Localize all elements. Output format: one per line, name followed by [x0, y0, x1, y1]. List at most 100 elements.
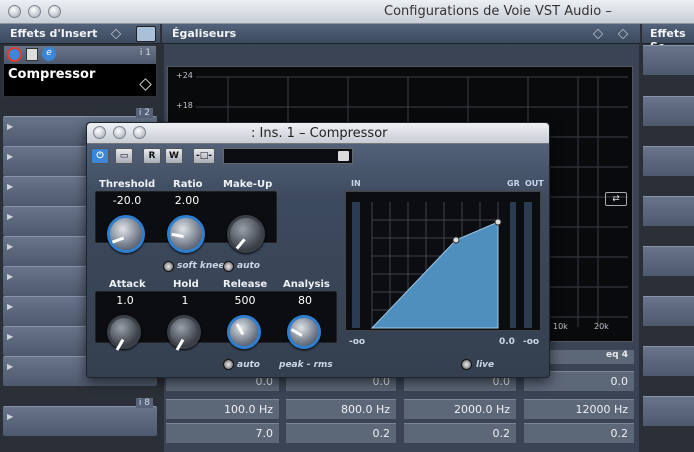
meter-zero-label: 0.0 [499, 337, 515, 347]
eq-bypass-icon[interactable] [592, 28, 604, 40]
insert-slot-11[interactable]: ▶ i 8 [3, 398, 157, 436]
slot-expand-icon[interactable]: ▶ [7, 302, 13, 311]
zoom-window-button[interactable] [48, 5, 61, 18]
hold-value[interactable]: 1 [163, 294, 207, 307]
insert-effects-title: Effets d'Insert [10, 27, 98, 40]
transfer-curve [352, 202, 532, 329]
threshold-value[interactable]: -20.0 [105, 194, 149, 207]
plugin-close-button[interactable] [93, 126, 106, 139]
eq-q-field[interactable]: 0.2 [404, 423, 516, 443]
slot-expand-icon[interactable]: ▶ [7, 122, 13, 131]
slot-expand-icon[interactable]: ▶ [7, 242, 13, 251]
plugin-zoom-button[interactable] [133, 126, 146, 139]
ratio-value[interactable]: 2.00 [165, 194, 209, 207]
window-titlebar: Configurations de Voie VST Audio – [0, 0, 694, 24]
meter-out-label: OUT [525, 179, 544, 188]
send-slot-4[interactable] [643, 196, 694, 226]
send-slot-8[interactable] [643, 396, 694, 426]
meter-in-label: IN [351, 179, 361, 188]
compressor-plugin-window: : Ins. 1 – Compressor ⏻ ▭ R W -□- Thresh… [86, 122, 550, 378]
slot-number: i 8 [135, 398, 153, 408]
plugin-routing-icon[interactable]: -□- [193, 148, 215, 164]
insert-effects-header: Effets d'Insert [0, 24, 160, 44]
soft-knee-toggle[interactable] [163, 261, 174, 272]
release-value[interactable]: 500 [223, 294, 267, 307]
send-slot-2[interactable] [643, 96, 694, 126]
power-icon[interactable] [7, 47, 22, 62]
preset-menu-icon[interactable] [338, 151, 349, 161]
edit-icon[interactable]: e [42, 47, 56, 61]
threshold-label: Threshold [99, 179, 156, 190]
plugin-titlebar[interactable]: : Ins. 1 – Compressor [87, 123, 549, 144]
eq-title: Égaliseurs [172, 27, 237, 40]
plugin-power-icon[interactable]: ⏻ [91, 148, 109, 164]
close-window-button[interactable] [8, 5, 21, 18]
slot-number: i 2 [135, 108, 153, 118]
release-label: Release [223, 279, 268, 290]
eq-band-label: eq 4 [606, 350, 628, 360]
eq-freq-field[interactable]: 2000.0 Hz [404, 399, 516, 419]
auto-makeup-toggle[interactable] [223, 261, 234, 272]
slot-expand-icon[interactable]: ▶ [7, 272, 13, 281]
send-slot-3[interactable] [643, 146, 694, 176]
analysis-value[interactable]: 80 [283, 294, 327, 307]
db-label: +18 [176, 101, 193, 110]
db-label: +24 [176, 71, 193, 80]
eq-freq-field[interactable]: 800.0 Hz [286, 399, 396, 419]
eq-q-field[interactable]: 0.2 [524, 423, 634, 443]
hold-label: Hold [173, 279, 199, 290]
minimize-window-button[interactable] [28, 5, 41, 18]
write-automation-button[interactable]: W [165, 148, 183, 164]
slot-expand-icon[interactable]: ▶ [7, 332, 13, 341]
soft-knee-label: soft knee [177, 261, 225, 271]
slot-expand-icon[interactable]: ▶ [7, 182, 13, 191]
plugin-select-icon[interactable] [139, 78, 152, 91]
live-label: live [476, 360, 495, 370]
eq-reset-icon[interactable]: ⇄ [605, 192, 627, 206]
plugin-title: : Ins. 1 – Compressor [251, 126, 388, 141]
hold-knob[interactable] [167, 315, 201, 351]
eq-lock-icon[interactable] [617, 28, 629, 40]
send-slot-6[interactable] [643, 296, 694, 326]
slot-expand-icon[interactable]: ▶ [7, 412, 13, 421]
meter-gr-label: GR [507, 179, 520, 188]
threshold-knob[interactable] [107, 215, 145, 253]
release-knob[interactable] [227, 315, 261, 349]
window-title: Configurations de Voie VST Audio – [384, 4, 612, 19]
eq-q-field[interactable]: 7.0 [166, 423, 279, 443]
slot-expand-icon[interactable]: ▶ [7, 362, 13, 371]
makeup-knob[interactable] [227, 215, 265, 253]
plugin-bypass-icon[interactable]: ▭ [115, 148, 133, 164]
eq-freq-field[interactable]: 100.0 Hz [166, 399, 279, 419]
analysis-knob[interactable] [287, 315, 321, 349]
send-effects-header: Effets Se [642, 24, 694, 53]
freq-label: 10k [553, 322, 568, 331]
auto-release-label: auto [237, 360, 260, 370]
insert-slot-1[interactable]: e i 1 Compressor [3, 45, 157, 97]
slot-expand-icon[interactable]: ▶ [7, 212, 13, 221]
attack-label: Attack [109, 279, 146, 290]
auto-release-toggle[interactable] [223, 359, 234, 370]
slot-expand-icon[interactable]: ▶ [7, 152, 13, 161]
live-toggle[interactable] [461, 359, 472, 370]
attack-value[interactable]: 1.0 [103, 294, 147, 307]
insert-plugin-name[interactable]: Compressor [8, 67, 95, 82]
ratio-label: Ratio [173, 179, 203, 190]
eq-freq-field[interactable]: 12000 Hz [524, 399, 634, 419]
transfer-curve-display[interactable] [345, 191, 541, 331]
makeup-label: Make-Up [223, 179, 273, 190]
analysis-label: Analysis [283, 279, 330, 290]
ratio-knob[interactable] [167, 215, 205, 253]
send-slot-7[interactable] [643, 346, 694, 376]
preset-field[interactable] [223, 148, 353, 164]
plugin-minimize-button[interactable] [113, 126, 126, 139]
eq-q-field[interactable]: 0.2 [286, 423, 396, 443]
insert-bypass-icon[interactable] [110, 28, 122, 40]
send-slot-1[interactable] [643, 45, 694, 75]
read-automation-button[interactable]: R [143, 148, 161, 164]
peak-rms-label: peak - rms [279, 360, 333, 370]
attack-knob[interactable] [107, 315, 141, 351]
bypass-icon[interactable] [26, 48, 38, 61]
send-slot-5[interactable] [643, 246, 694, 276]
insert-routing-button[interactable] [136, 26, 156, 42]
